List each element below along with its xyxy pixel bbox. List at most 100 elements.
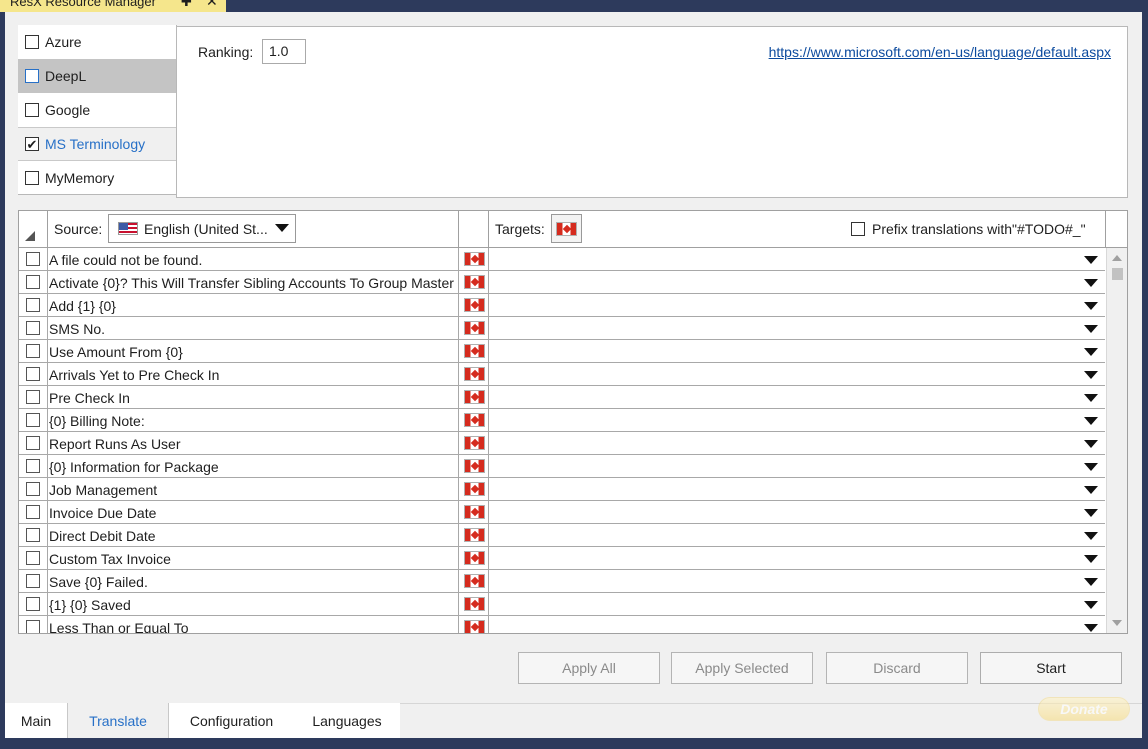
provider-mymemory[interactable]: MyMemory (18, 161, 177, 195)
tab-configuration[interactable]: Configuration (169, 703, 294, 738)
vertical-scrollbar[interactable] (1106, 248, 1127, 633)
chevron-down-icon[interactable] (1084, 601, 1098, 609)
table-row[interactable]: SMS No. (19, 317, 1105, 340)
table-row[interactable]: Custom Tax Invoice (19, 547, 1105, 570)
table-row[interactable]: Arrivals Yet to Pre Check In (19, 363, 1105, 386)
provider-checkbox[interactable] (25, 103, 39, 117)
provider-checkbox[interactable]: ✔ (25, 137, 39, 151)
select-all-corner-icon[interactable] (25, 231, 35, 241)
table-row[interactable]: {1} {0} Saved (19, 593, 1105, 616)
row-checkbox[interactable] (26, 298, 40, 312)
provider-label: Azure (45, 34, 82, 50)
row-checkbox[interactable] (26, 436, 40, 450)
table-row[interactable]: Direct Debit Date (19, 524, 1105, 547)
translate-panel: Azure DeepL Google ✔ MS Terminology MyMe… (5, 12, 1142, 738)
row-checkbox[interactable] (26, 275, 40, 289)
apply-selected-button[interactable]: Apply Selected (671, 652, 813, 684)
chevron-down-icon[interactable] (1084, 371, 1098, 379)
row-checkbox[interactable] (26, 551, 40, 565)
chevron-down-icon[interactable] (1084, 440, 1098, 448)
chevron-down-icon[interactable] (1084, 509, 1098, 517)
scroll-up-icon[interactable] (1112, 255, 1122, 261)
provider-link[interactable]: https://www.microsoft.com/en-us/language… (769, 44, 1111, 60)
table-row[interactable]: Report Runs As User (19, 432, 1105, 455)
chevron-down-icon[interactable] (1084, 532, 1098, 540)
canada-flag-icon (464, 482, 485, 496)
chevron-down-icon[interactable] (1084, 256, 1098, 264)
canada-flag-icon (464, 459, 485, 473)
table-row[interactable]: Invoice Due Date (19, 501, 1105, 524)
canada-flag-icon (464, 321, 485, 335)
table-row[interactable]: A file could not be found. (19, 248, 1105, 271)
row-checkbox[interactable] (26, 620, 40, 633)
apply-all-button[interactable]: Apply All (518, 652, 660, 684)
checkmark-icon: ✔ (26, 136, 38, 152)
target-language-button[interactable] (551, 214, 582, 243)
discard-button[interactable]: Discard (826, 652, 968, 684)
chevron-down-icon[interactable] (1084, 624, 1098, 632)
canada-flag-icon (464, 505, 485, 519)
source-text-cell: Direct Debit Date (49, 528, 156, 544)
row-checkbox[interactable] (26, 413, 40, 427)
table-row[interactable]: {0} Billing Note: (19, 409, 1105, 432)
provider-ms-terminology[interactable]: ✔ MS Terminology (18, 127, 177, 161)
row-checkbox[interactable] (26, 482, 40, 496)
table-row[interactable]: Job Management (19, 478, 1105, 501)
source-text-cell: Arrivals Yet to Pre Check In (49, 367, 220, 383)
start-button[interactable]: Start (980, 652, 1122, 684)
chevron-down-icon[interactable] (1084, 486, 1098, 494)
table-row[interactable]: Activate {0}? This Will Transfer Sibling… (19, 271, 1105, 294)
provider-list: Azure DeepL Google ✔ MS Terminology MyMe… (18, 25, 177, 195)
tab-languages[interactable]: Languages (294, 703, 400, 738)
source-language-select[interactable]: English (United St... (108, 214, 296, 243)
provider-deepl[interactable]: DeepL (18, 59, 177, 93)
chevron-down-icon[interactable] (1084, 555, 1098, 563)
chevron-down-icon[interactable] (1084, 325, 1098, 333)
chevron-down-icon[interactable] (1084, 394, 1098, 402)
table-row[interactable]: Less Than or Equal To (19, 616, 1105, 633)
chevron-down-icon[interactable] (1084, 417, 1098, 425)
ranking-input[interactable]: 1.0 (262, 39, 306, 64)
table-row[interactable]: Pre Check In (19, 386, 1105, 409)
chevron-down-icon[interactable] (1084, 279, 1098, 287)
provider-checkbox[interactable] (25, 35, 39, 49)
table-row[interactable]: Use Amount From {0} (19, 340, 1105, 363)
table-row[interactable]: {0} Information for Package (19, 455, 1105, 478)
row-checkbox[interactable] (26, 505, 40, 519)
tool-window-title-tab[interactable]: ResX Resource Manager ✚ ✕ (0, 0, 226, 12)
row-checkbox[interactable] (26, 574, 40, 588)
provider-azure[interactable]: Azure (18, 25, 177, 59)
chevron-down-icon[interactable] (1084, 578, 1098, 586)
canada-flag-icon (464, 436, 485, 450)
row-checkbox[interactable] (26, 390, 40, 404)
row-checkbox[interactable] (26, 528, 40, 542)
source-text-cell: SMS No. (49, 321, 106, 337)
scroll-down-icon[interactable] (1112, 620, 1122, 626)
prefix-option[interactable]: Prefix translations with"#TODO#_" (851, 221, 1086, 237)
row-checkbox[interactable] (26, 367, 40, 381)
close-icon[interactable]: ✕ (206, 0, 218, 8)
row-checkbox[interactable] (26, 459, 40, 473)
row-checkbox[interactable] (26, 597, 40, 611)
chevron-down-icon[interactable] (1084, 348, 1098, 356)
canada-flag-icon (464, 344, 485, 358)
source-text-cell: {0} Information for Package (49, 459, 219, 475)
provider-checkbox[interactable] (25, 69, 39, 83)
us-flag-icon (118, 222, 138, 235)
chevron-down-icon[interactable] (1084, 463, 1098, 471)
provider-checkbox[interactable] (25, 170, 39, 185)
provider-google[interactable]: Google (18, 93, 177, 127)
table-row[interactable]: Save {0} Failed. (19, 570, 1105, 593)
row-checkbox[interactable] (26, 252, 40, 266)
scroll-thumb[interactable] (1112, 268, 1123, 280)
tab-translate[interactable]: Translate (67, 703, 169, 738)
pin-icon[interactable]: ✚ (181, 0, 192, 8)
prefix-checkbox[interactable] (851, 222, 865, 236)
donate-button[interactable]: Donate (1038, 697, 1130, 721)
row-checkbox[interactable] (26, 321, 40, 335)
table-row[interactable]: Add {1} {0} (19, 294, 1105, 317)
chevron-down-icon[interactable] (1084, 302, 1098, 310)
tab-main[interactable]: Main (5, 703, 67, 738)
row-checkbox[interactable] (26, 344, 40, 358)
source-text-cell: Job Management (49, 482, 158, 498)
